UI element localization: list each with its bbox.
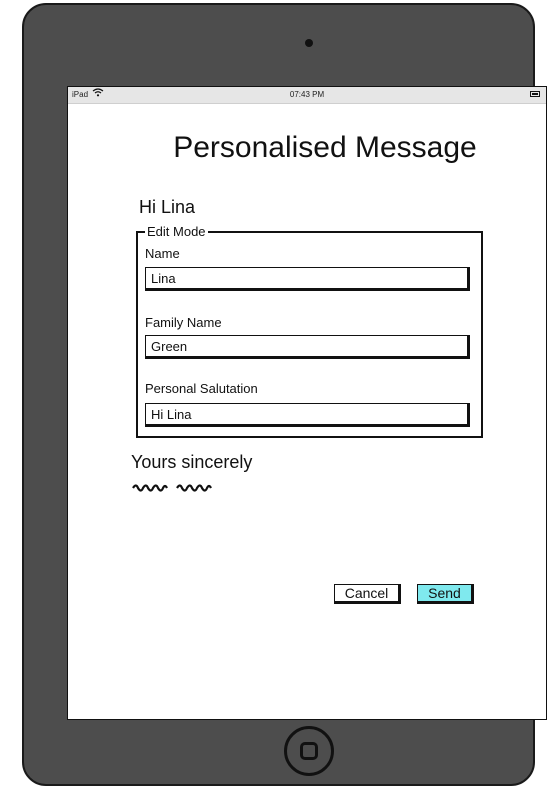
cancel-button[interactable]: Cancel bbox=[334, 584, 401, 604]
ipad-frame: iPad 07:43 PM Personalised Message Hi Li… bbox=[22, 3, 547, 786]
screen: iPad 07:43 PM Personalised Message Hi Li… bbox=[67, 86, 547, 720]
edit-mode-legend: Edit Mode bbox=[147, 224, 206, 239]
page-title: Personalised Message bbox=[173, 131, 477, 164]
camera-dot bbox=[305, 39, 313, 47]
name-label: Name bbox=[145, 246, 180, 261]
battery-icon bbox=[530, 91, 540, 97]
home-button-icon bbox=[300, 742, 318, 760]
personal-salutation-field[interactable] bbox=[145, 403, 470, 427]
family-name-field[interactable] bbox=[145, 335, 470, 359]
signature-scribble bbox=[131, 480, 231, 498]
send-button[interactable]: Send bbox=[417, 584, 474, 604]
closing-text: Yours sincerely bbox=[131, 452, 253, 472]
family-name-label: Family Name bbox=[145, 315, 222, 330]
edit-mode-group: Edit Mode Name Family Name Personal Salu… bbox=[136, 224, 483, 438]
clock: 07:43 PM bbox=[289, 90, 325, 99]
home-button[interactable] bbox=[284, 726, 334, 776]
status-bar: iPad 07:43 PM bbox=[68, 87, 546, 104]
name-field[interactable] bbox=[145, 267, 470, 291]
personal-salutation-label: Personal Salutation bbox=[145, 381, 258, 396]
greeting-text: Hi Lina bbox=[139, 197, 196, 217]
